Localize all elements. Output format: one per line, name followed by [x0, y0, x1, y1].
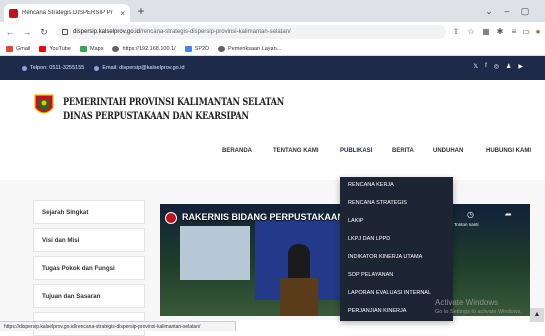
menu-item-sop[interactable]: SOP PELAYANAN — [348, 272, 393, 278]
instagram-icon[interactable]: ◎ — [494, 63, 499, 70]
org-name-line2: DINAS PERPUSTAKAAN DAN KEARSIPAN — [63, 110, 249, 122]
sidebar-item-tujuan[interactable]: Tujuan dan Sasaran — [33, 284, 145, 308]
social-links: 𝕏 f ◎ ♟ ▶ — [473, 63, 523, 70]
nav-berita[interactable]: BERITA — [392, 148, 414, 154]
twitter-icon[interactable]: 𝕏 — [473, 63, 478, 70]
bookmarks-bar: Gmail YouTube Maps https://192.168.100.1… — [0, 42, 545, 56]
gmail-icon — [6, 45, 13, 52]
maximize-button[interactable]: ▢ — [518, 4, 532, 18]
menu-item-lakip[interactable]: LAKIP — [348, 218, 364, 224]
menu-item-evaluasi-internal[interactable]: LAPORAN EVALUASI INTERNAL — [348, 290, 431, 296]
bookmark-maps[interactable]: Maps — [80, 45, 103, 52]
nav-unduhan[interactable]: UNDUHAN — [433, 148, 463, 154]
main-nav: BERANDA TENTANG KAMI PUBLIKASI BERITA UN… — [0, 148, 545, 162]
site-contact-bar: Telpon: 0511-3255155 Email: dispersip@ka… — [0, 56, 545, 80]
province-emblem-logo[interactable] — [33, 94, 55, 118]
menu-item-rencana-strategis[interactable]: RENCANA STRATEGIS — [348, 200, 407, 206]
nav-tentang-kami[interactable]: TENTANG KAMI — [273, 148, 319, 154]
url-host: dispersip.kalselprov.go.id — [73, 29, 140, 35]
user-icon[interactable]: ♟ — [506, 63, 511, 70]
menu-item-iku[interactable]: INDIKATOR KINERJA UTAMA — [348, 254, 422, 260]
url-path: /rencana-strategis-dispersip-provinsi-ka… — [139, 29, 291, 35]
org-name-line1: PEMERINTAH PROVINSI KALIMANTAN SELATAN — [63, 96, 285, 108]
maps-icon — [80, 45, 87, 52]
chevron-down-icon[interactable]: ⌄ — [482, 4, 496, 18]
phone-contact: Telpon: 0511-3255155 — [22, 65, 84, 71]
reload-icon[interactable]: ↻ — [37, 25, 51, 39]
bookmark-youtube[interactable]: YouTube — [39, 45, 71, 52]
sidepanel-icon[interactable]: ▭ — [520, 26, 532, 38]
bookmark-pemeriksaan[interactable]: Pemeriksaan Layan... — [218, 45, 281, 52]
share-page-icon[interactable]: ⇪ — [450, 26, 462, 38]
forward-icon[interactable]: → — [20, 25, 34, 39]
nav-hubungi-kami[interactable]: HUBUNGI KAMI — [486, 148, 531, 154]
site-favicon-icon — [9, 8, 18, 18]
bookmark-gmail[interactable]: Gmail — [6, 45, 30, 52]
video-podium — [280, 278, 318, 316]
doc-icon — [184, 45, 192, 52]
minimize-button[interactable]: – — [500, 4, 514, 18]
puzzle-icon[interactable]: ✱ — [494, 26, 506, 38]
activate-windows-subtitle: Go to Settings to activate Windows. — [435, 309, 522, 315]
close-tab-icon[interactable]: × — [120, 9, 125, 18]
watch-later-label: Tonton nanti — [454, 222, 479, 227]
browser-tab[interactable]: Rencana Strategis DISPERSIP Pr × — [4, 4, 130, 22]
video-screen-left — [180, 226, 250, 280]
scroll-to-top-button[interactable]: ▲ — [530, 308, 544, 322]
site-header — [0, 80, 545, 180]
activate-windows-title: Activate Windows — [435, 298, 499, 307]
bookmark-local-ip[interactable]: https://192.168.100.1/ — [112, 45, 176, 52]
sidebar-item-tupoksi[interactable]: Tugas Pokok dan Fungsi — [33, 256, 145, 280]
clock-icon[interactable]: ◷ — [467, 210, 474, 219]
nav-beranda[interactable]: BERANDA — [222, 148, 252, 154]
nav-publikasi[interactable]: PUBLIKASI — [340, 148, 372, 154]
share-icon[interactable]: ➦ — [505, 210, 512, 219]
back-icon[interactable]: ← — [3, 25, 17, 39]
email-contact[interactable]: Email: dispersip@kalselprov.go.id — [94, 65, 185, 71]
mail-icon — [94, 65, 100, 71]
tab-title: Rencana Strategis DISPERSIP Pr — [22, 10, 113, 16]
youtube-icon — [39, 45, 47, 52]
bookmark-sp2d[interactable]: SP2D — [184, 45, 209, 52]
sidebar-item-visi-misi[interactable]: Visi dan Misi — [33, 228, 145, 252]
profile-avatar-icon[interactable]: ● — [532, 26, 544, 38]
globe-icon — [112, 45, 120, 52]
phone-icon — [22, 65, 27, 71]
youtube-icon[interactable]: ▶ — [518, 63, 523, 70]
bookmark-star-icon[interactable]: ☆ — [465, 26, 477, 38]
menu-item-rencana-kerja[interactable]: RENCANA KERJA — [348, 182, 394, 188]
new-tab-button[interactable]: + — [134, 4, 148, 18]
globe-icon — [218, 45, 226, 52]
menu-item-perjanjian-kinerja[interactable]: PERJANJIAN KINERJA — [348, 308, 406, 314]
extension-icon[interactable]: ▦ — [480, 26, 492, 38]
sidebar-item-sejarah[interactable]: Sejarah Singkat — [33, 200, 145, 224]
channel-avatar[interactable] — [165, 212, 177, 224]
address-bar[interactable]: dispersip.kalselprov.go.id /rencana-stra… — [56, 25, 446, 39]
lock-icon — [62, 29, 68, 35]
browser-tab-bar: Rencana Strategis DISPERSIP Pr × + ⌄ – ▢ — [0, 0, 545, 22]
link-status-bar: https://dispersip.kalselprov.go.id/renca… — [0, 321, 236, 331]
menu-list-icon[interactable]: ≡ — [508, 26, 520, 38]
facebook-icon[interactable]: f — [485, 63, 487, 70]
menu-item-lkpj-lppd[interactable]: LKPJ DAN LPPD — [348, 236, 390, 242]
